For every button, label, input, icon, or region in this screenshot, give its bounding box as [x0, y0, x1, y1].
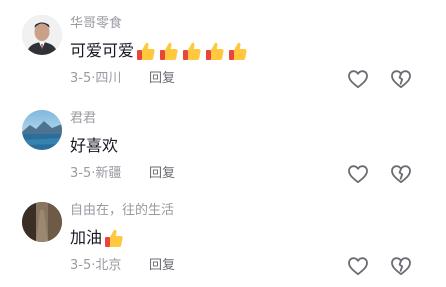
- comment-meta: 3-5·北京: [70, 257, 121, 275]
- reply-button[interactable]: 回复: [149, 257, 175, 275]
- thumbs-up-emoji-icon: [229, 42, 247, 60]
- comment-username[interactable]: 君君: [70, 110, 96, 128]
- heart-outline-icon: [348, 165, 368, 184]
- comment-text: 可爱可爱: [70, 40, 250, 62]
- comment-username[interactable]: 自由在，往的生活: [70, 202, 174, 220]
- comment-item: 君君 好喜欢 3-5·新疆 回复: [0, 110, 446, 202]
- dislike-button[interactable]: [389, 254, 413, 278]
- like-button[interactable]: [346, 162, 370, 186]
- comment-date: 3-5: [70, 71, 92, 86]
- reply-button[interactable]: 回复: [149, 165, 175, 183]
- like-button[interactable]: [346, 67, 370, 91]
- thumbs-up-emoji-icon: [206, 42, 224, 60]
- comment-meta: 3-5·新疆: [70, 165, 121, 183]
- comment-location: 新疆: [95, 166, 122, 181]
- comment-text-body: 加油: [70, 228, 103, 247]
- comment-item: 自由在，往的生活 加油 3-5·北京 回复: [0, 202, 446, 287]
- heart-outline-icon: [348, 257, 368, 276]
- comment-username[interactable]: 华哥零食: [70, 15, 122, 33]
- thumbs-up-emoji-icon: [137, 42, 155, 60]
- thumbs-up-emoji-icon: [160, 42, 178, 60]
- like-button[interactable]: [346, 254, 370, 278]
- dislike-button[interactable]: [389, 67, 413, 91]
- thumbs-up-emoji-icon: [105, 229, 123, 247]
- comment-text-body: 好喜欢: [70, 136, 119, 155]
- comment-text: 加油: [70, 227, 126, 249]
- avatar[interactable]: [22, 110, 62, 150]
- comment-meta: 3-5·四川: [70, 70, 121, 88]
- comment-list: 华哥零食 可爱可爱 3-5·四川 回复 君君 好喜欢 3-5·新疆 回复 自由在…: [0, 0, 446, 287]
- avatar-image: [22, 15, 62, 55]
- avatar-image: [22, 202, 62, 242]
- reply-button[interactable]: 回复: [149, 70, 175, 88]
- thumbs-up-emoji-icon: [183, 42, 201, 60]
- comment-date: 3-5: [70, 166, 92, 181]
- comment-item: 华哥零食 可爱可爱 3-5·四川 回复: [0, 15, 446, 107]
- comment-date: 3-5: [70, 258, 92, 273]
- heart-outline-icon: [348, 70, 368, 89]
- broken-heart-outline-icon: [391, 257, 411, 276]
- comment-text-body: 可爱可爱: [70, 41, 135, 60]
- broken-heart-outline-icon: [391, 165, 411, 184]
- avatar-image: [22, 110, 62, 150]
- comment-location: 四川: [95, 71, 122, 86]
- dislike-button[interactable]: [389, 162, 413, 186]
- avatar[interactable]: [22, 15, 62, 55]
- comment-location: 北京: [95, 258, 122, 273]
- broken-heart-outline-icon: [391, 70, 411, 89]
- comment-text: 好喜欢: [70, 135, 118, 157]
- emoji-group: [103, 227, 126, 249]
- avatar[interactable]: [22, 202, 62, 242]
- emoji-group: [135, 40, 250, 62]
